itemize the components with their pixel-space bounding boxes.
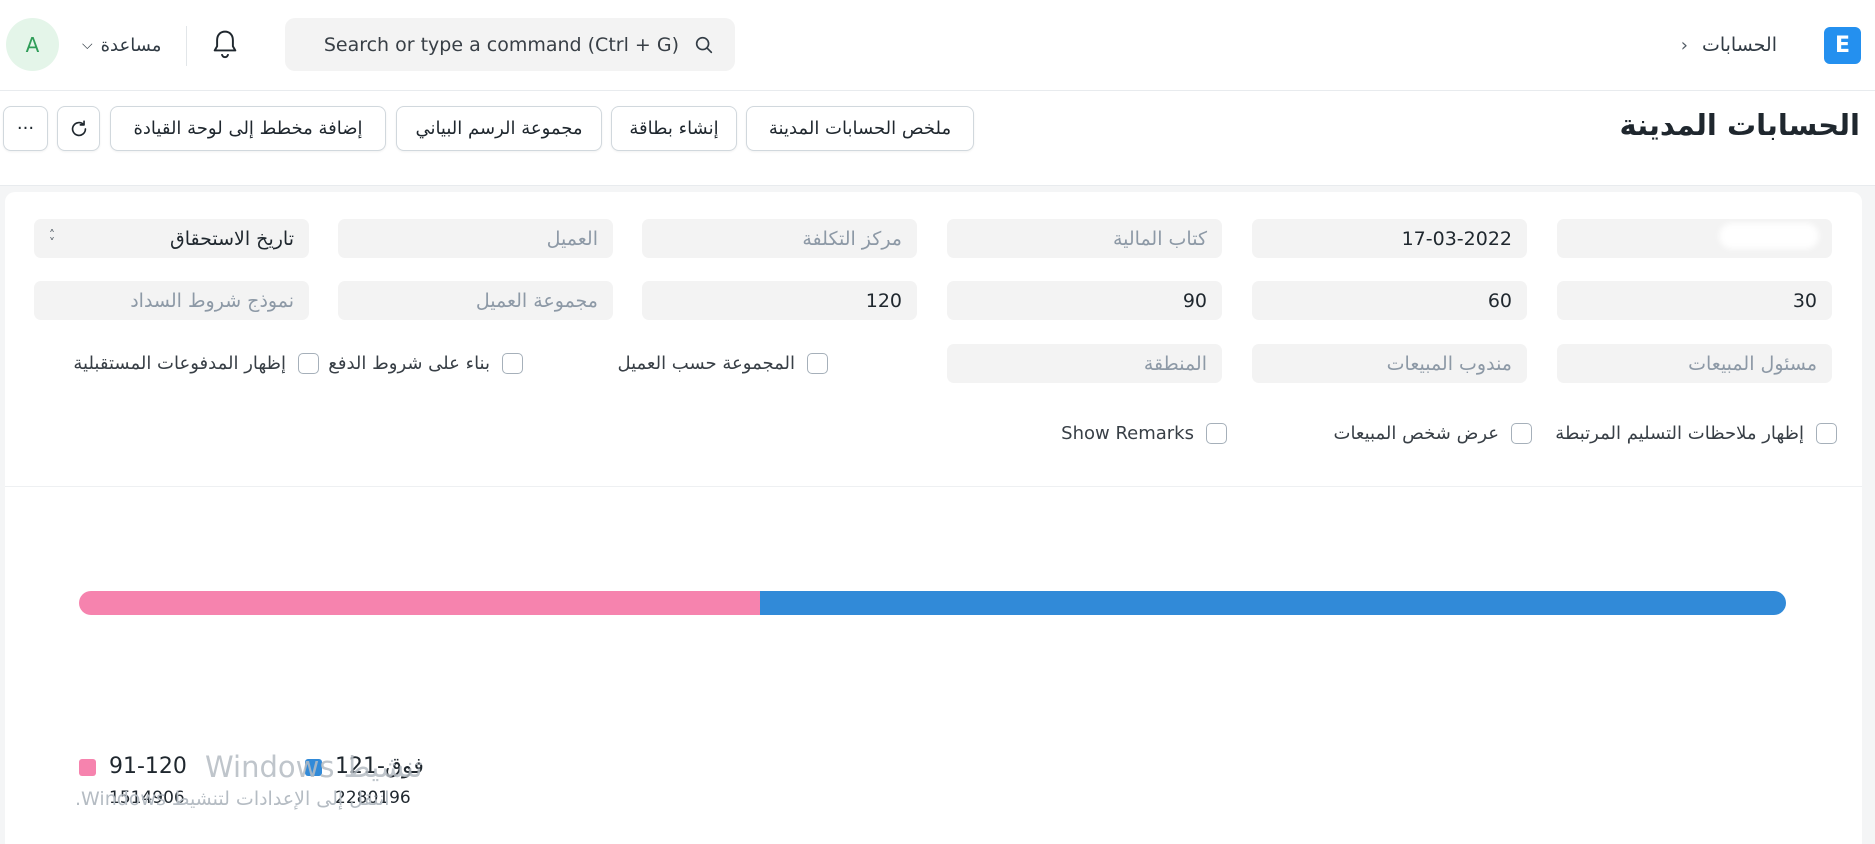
finance-book-field[interactable]: كتاب المالية bbox=[947, 219, 1222, 258]
ageing-based-on-select[interactable]: تاريخ الاستحقاق ˄ ˅ bbox=[34, 219, 309, 258]
windows-watermark: Windows تنشيط bbox=[205, 750, 423, 784]
create-card-button[interactable]: إنشاء بطاقة bbox=[611, 106, 737, 151]
payment-terms-template-field[interactable]: نموذج شروط السداد bbox=[34, 281, 309, 320]
range3-field[interactable]: 90 bbox=[947, 281, 1222, 320]
range2-field[interactable]: 60 bbox=[1252, 281, 1527, 320]
search-bar[interactable]: Search or type a command (Ctrl + G) bbox=[285, 18, 735, 71]
navbar-divider bbox=[186, 26, 187, 66]
show-remarks-label: Show Remarks bbox=[1061, 422, 1194, 444]
company-field[interactable] bbox=[1557, 219, 1832, 258]
checkbox-box[interactable] bbox=[1816, 422, 1837, 444]
show-sales-person-label: عرض شخص المبيعات bbox=[1333, 422, 1500, 444]
page-title: الحسابات المدينة bbox=[1619, 108, 1860, 142]
show-delivery-notes-label: إظهار ملاحظات التسليم المرتبطة bbox=[1555, 422, 1804, 444]
sales-person-field[interactable]: مندوب المبيعات bbox=[1252, 344, 1527, 383]
card-divider bbox=[5, 486, 1862, 487]
show-future-payments-checkbox[interactable]: إظهار المدفوعات المستقبلية bbox=[73, 350, 319, 376]
group-by-customer-checkbox[interactable]: المجموعة حسب العميل bbox=[617, 350, 828, 376]
summary-button[interactable]: ملخص الحسابات المدينة bbox=[746, 106, 974, 151]
show-remarks-checkbox[interactable]: Show Remarks bbox=[1061, 420, 1227, 446]
redacted-value bbox=[1719, 223, 1819, 249]
chart-group-button[interactable]: مجموعة الرسم البياني bbox=[396, 106, 602, 151]
breadcrumb: › الحسابات bbox=[1681, 30, 1777, 60]
refresh-icon bbox=[71, 119, 86, 136]
chevron-down-icon: ⌵ bbox=[82, 37, 93, 53]
bar-segment-1[interactable] bbox=[79, 591, 760, 615]
refresh-button[interactable] bbox=[57, 106, 100, 151]
range1-field[interactable]: 30 bbox=[1557, 281, 1832, 320]
show-future-payments-label: إظهار المدفوعات المستقبلية bbox=[73, 352, 286, 374]
show-delivery-notes-checkbox[interactable]: إظهار ملاحظات التسليم المرتبطة bbox=[1555, 420, 1837, 446]
territory-field[interactable]: المنطقة bbox=[947, 344, 1222, 383]
user-avatar[interactable]: A bbox=[6, 18, 59, 71]
more-options-button[interactable]: ··· bbox=[3, 106, 48, 151]
ageing-based-on-value: تاريخ الاستحقاق bbox=[169, 227, 294, 250]
show-sales-person-checkbox[interactable]: عرض شخص المبيعات bbox=[1333, 420, 1532, 446]
help-label: مساعدة bbox=[100, 34, 162, 56]
legend-swatch-1 bbox=[79, 759, 96, 776]
windows-watermark-hint: انتقل إلى الإعدادات لتنشيط Windows. bbox=[75, 788, 390, 810]
breadcrumb-accounts[interactable]: الحسابات bbox=[1702, 34, 1777, 56]
sales-partner-field[interactable]: مسئول المبيعات bbox=[1557, 344, 1832, 383]
range4-field[interactable]: 120 bbox=[642, 281, 917, 320]
help-dropdown[interactable]: ⌵ مساعدة bbox=[82, 30, 161, 60]
checkbox-box[interactable] bbox=[807, 352, 828, 374]
checkbox-box[interactable] bbox=[1511, 422, 1532, 444]
page-header: الحسابات المدينة ملخص الحسابات المدينة إ… bbox=[0, 91, 1875, 186]
bell-icon[interactable] bbox=[210, 28, 240, 62]
group-by-customer-label: المجموعة حسب العميل bbox=[617, 352, 795, 374]
app-logo[interactable]: E bbox=[1824, 27, 1861, 64]
report-card: 17-03-2022 كتاب المالية مركز التكلفة الع… bbox=[5, 192, 1862, 844]
add-chart-to-dashboard-button[interactable]: إضافة مخطط إلى لوحة القيادة bbox=[110, 106, 386, 151]
based-on-payment-terms-checkbox[interactable]: بناء على شروط الدفع bbox=[328, 350, 523, 376]
legend-label-1: 91-120 bbox=[109, 754, 187, 779]
based-on-payment-terms-label: بناء على شروط الدفع bbox=[328, 352, 490, 374]
checkbox-box[interactable] bbox=[298, 352, 319, 374]
checkbox-box[interactable] bbox=[502, 352, 523, 374]
chevron-right-icon: › bbox=[1680, 34, 1688, 56]
customer-group-field[interactable]: مجموعة العميل bbox=[338, 281, 613, 320]
search-icon bbox=[695, 36, 713, 53]
report-date-field[interactable]: 17-03-2022 bbox=[1252, 219, 1527, 258]
checkbox-box[interactable] bbox=[1206, 422, 1227, 444]
select-arrows-icon: ˄ ˅ bbox=[49, 227, 55, 250]
customer-field[interactable]: العميل bbox=[338, 219, 613, 258]
search-placeholder: Search or type a command (Ctrl + G) bbox=[323, 33, 679, 56]
navbar: A ⌵ مساعدة Search or type a command (Ctr… bbox=[0, 0, 1875, 91]
cost-center-field[interactable]: مركز التكلفة bbox=[642, 219, 917, 258]
bar-segment-2[interactable] bbox=[760, 591, 1786, 615]
